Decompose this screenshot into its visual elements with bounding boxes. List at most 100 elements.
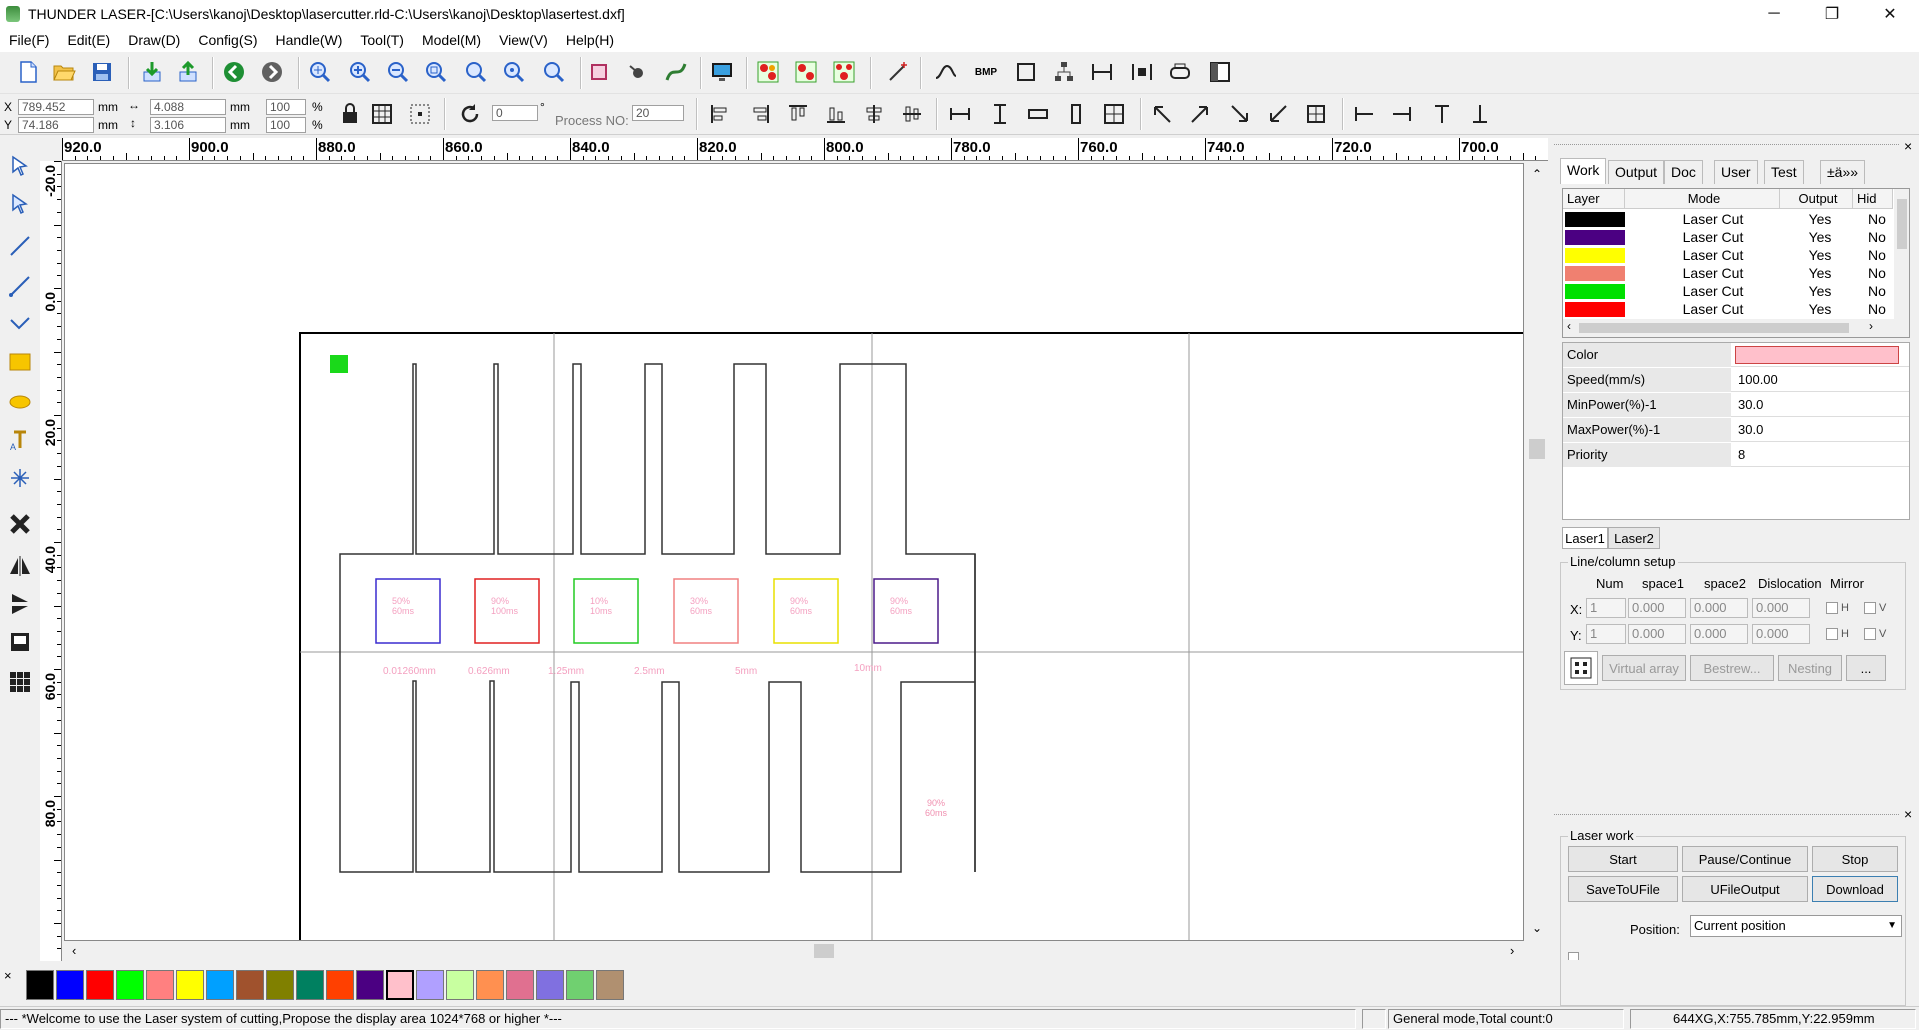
drawing-canvas[interactable]: 50% 60ms 90% 100ms 10% 10ms 30% 60ms 90% 60ms 90% 6…: [64, 163, 1524, 941]
text-tool-icon[interactable]: A: [4, 424, 36, 456]
palette-swatch[interactable]: [596, 970, 624, 1000]
node-edit-icon[interactable]: [4, 188, 36, 220]
array-red-icon[interactable]: [754, 58, 782, 86]
tab-work[interactable]: Work: [1560, 158, 1607, 184]
monitor-icon[interactable]: [708, 58, 736, 86]
menu-handle[interactable]: Handle(W): [266, 32, 351, 48]
lock-ratio-icon[interactable]: [336, 100, 364, 128]
import-image-icon[interactable]: [4, 626, 36, 658]
array-grid-button[interactable]: [1564, 651, 1598, 685]
color-value-swatch[interactable]: [1735, 343, 1905, 367]
width-field[interactable]: 4.088: [150, 99, 226, 115]
layer-row[interactable]: Laser Cut Yes No: [1563, 301, 1893, 318]
extend-bottom-icon[interactable]: [1466, 100, 1494, 128]
hscroll-thumb[interactable]: [814, 944, 834, 958]
palette-swatch[interactable]: [206, 970, 234, 1000]
property-value[interactable]: 8: [1735, 443, 1905, 467]
curve-icon[interactable]: [4, 308, 36, 340]
download-button[interactable]: Download: [1812, 876, 1898, 902]
extend-top-icon[interactable]: [1428, 100, 1456, 128]
array-tool-icon[interactable]: [4, 666, 36, 698]
property-value[interactable]: 30.0: [1735, 393, 1905, 417]
layer-row[interactable]: Laser Cut Yes No: [1563, 265, 1893, 282]
palette-swatch[interactable]: [386, 970, 414, 1000]
import-icon[interactable]: [138, 58, 166, 86]
close-window-button[interactable]: ✕: [1861, 0, 1919, 28]
align-left-icon[interactable]: [706, 100, 734, 128]
pan-zoom-icon[interactable]: [306, 58, 334, 86]
palette-swatch[interactable]: [86, 970, 114, 1000]
scale-y-field[interactable]: 100: [266, 117, 306, 133]
menu-model[interactable]: Model(M): [413, 32, 490, 48]
menu-view[interactable]: View(V): [490, 32, 557, 48]
palette-swatch[interactable]: [536, 970, 564, 1000]
pause-continue-button[interactable]: Pause/Continue: [1682, 846, 1808, 872]
rect-frame-icon[interactable]: [1012, 58, 1040, 86]
layer-row[interactable]: Laser Cut Yes No: [1563, 211, 1893, 228]
palette-swatch[interactable]: [116, 970, 144, 1000]
menu-config[interactable]: Config(S): [189, 32, 266, 48]
zoom-select-icon[interactable]: [500, 58, 528, 86]
process-no-field[interactable]: 20: [632, 105, 684, 121]
palette-swatch[interactable]: [176, 970, 204, 1000]
equal-vspace-icon[interactable]: [1062, 100, 1090, 128]
same-width-icon[interactable]: [946, 100, 974, 128]
mirror-x-v-checkbox[interactable]: [1864, 602, 1876, 614]
palette-swatch[interactable]: [506, 970, 534, 1000]
property-value[interactable]: 100.00: [1735, 368, 1905, 392]
array-y-space1[interactable]: 0.000: [1628, 624, 1686, 644]
restore-button[interactable]: ❐: [1803, 0, 1861, 28]
move-bottom-right-icon[interactable]: [1226, 100, 1254, 128]
array-copy-icon[interactable]: [792, 58, 820, 86]
menu-help[interactable]: Help(H): [557, 32, 623, 48]
array-y-dislocation[interactable]: 0.000: [1752, 624, 1810, 644]
laser2-tab[interactable]: Laser2: [1608, 527, 1660, 549]
layer-row[interactable]: Laser Cut Yes No: [1563, 283, 1893, 300]
mirror-y-h-checkbox[interactable]: [1826, 628, 1838, 640]
minimize-button[interactable]: ─: [1745, 0, 1803, 28]
panel-toggle-icon[interactable]: [1206, 58, 1234, 86]
layer-vscroll[interactable]: [1894, 189, 1909, 321]
device-icon[interactable]: [1166, 58, 1194, 86]
zoom-all-icon[interactable]: [540, 58, 568, 86]
array-y-num[interactable]: 1: [1586, 624, 1626, 644]
zoom-window-icon[interactable]: [422, 58, 450, 86]
mirror-y-v-checkbox[interactable]: [1864, 628, 1876, 640]
undo-icon[interactable]: [220, 58, 248, 86]
distribute-icon[interactable]: [1128, 58, 1156, 86]
new-file-icon[interactable]: [14, 58, 42, 86]
layer-row[interactable]: Laser Cut Yes No: [1563, 229, 1893, 246]
palette-swatch[interactable]: [446, 970, 474, 1000]
path-limit-checkbox[interactable]: [1568, 952, 1579, 960]
palette-close-icon[interactable]: ×: [4, 968, 12, 983]
open-folder-icon[interactable]: [50, 58, 78, 86]
array-x-num[interactable]: 1: [1586, 598, 1626, 618]
palette-swatch[interactable]: [26, 970, 54, 1000]
stop-button[interactable]: Stop: [1812, 846, 1898, 872]
property-value[interactable]: 30.0: [1735, 418, 1905, 442]
panel-close-icon[interactable]: ×: [1904, 138, 1912, 154]
layer-row[interactable]: Laser Cut Yes No: [1563, 247, 1893, 264]
tab-test[interactable]: Test: [1764, 160, 1804, 184]
extend-right-icon[interactable]: [1388, 100, 1416, 128]
mirror-x-h-checkbox[interactable]: [1826, 602, 1838, 614]
ellipse-tool-icon[interactable]: [4, 386, 36, 418]
menu-edit[interactable]: Edit(E): [58, 32, 119, 48]
rotate-icon[interactable]: [456, 100, 484, 128]
zoom-out-icon[interactable]: [384, 58, 412, 86]
align-hcenter-icon[interactable]: [860, 100, 888, 128]
tree-icon[interactable]: [1050, 58, 1078, 86]
point-tool-icon[interactable]: [4, 462, 36, 494]
grid-icon[interactable]: [368, 100, 396, 128]
bmp-icon[interactable]: BMP: [972, 58, 1000, 86]
select-frame-icon[interactable]: [585, 58, 613, 86]
x-position-field[interactable]: 789.452: [18, 99, 94, 115]
palette-swatch[interactable]: [566, 970, 594, 1000]
select-arrow-icon[interactable]: [4, 150, 36, 182]
bestrew-button[interactable]: Bestrew...: [1690, 655, 1774, 681]
move-center-icon[interactable]: [1302, 100, 1330, 128]
array-multi-icon[interactable]: [830, 58, 858, 86]
position-select[interactable]: Current position ▼: [1690, 915, 1902, 937]
array-x-space2[interactable]: 0.000: [1690, 598, 1748, 618]
redo-icon[interactable]: [258, 58, 286, 86]
